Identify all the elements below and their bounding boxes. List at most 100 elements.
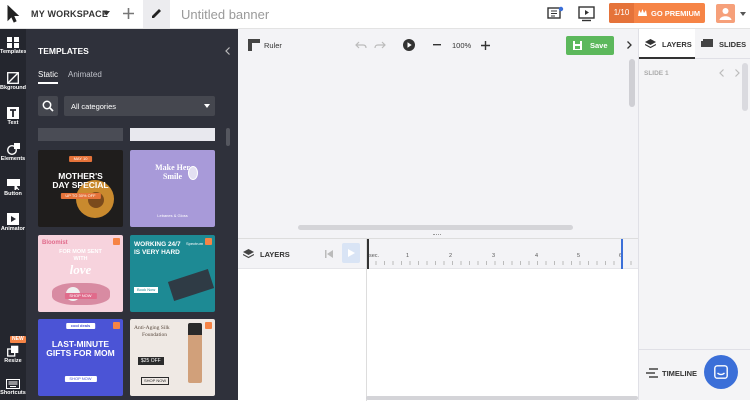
card-text: IS VERY HARD	[134, 249, 180, 256]
skip-start-icon[interactable]	[325, 250, 333, 258]
timeline-scrollbar[interactable]	[366, 396, 638, 400]
right-panel-scrollbar[interactable]	[742, 63, 748, 111]
zoom-level[interactable]: 100%	[452, 41, 471, 50]
keyboard-icon	[6, 379, 20, 389]
panel-scrollbar[interactable]	[226, 128, 230, 146]
template-card[interactable]: Anti-Aging Silk Foundation $25 OFF SHOP …	[130, 319, 215, 396]
card-text: Book Now	[134, 287, 159, 293]
sidebar-item-elements[interactable]: Elements	[0, 143, 26, 162]
template-card[interactable]: WORKING 24/7 IS VERY HARD Spectrum Book …	[130, 235, 215, 312]
play-icon	[348, 249, 355, 257]
card-text: Bloomist	[42, 240, 68, 246]
undo-icon[interactable]	[355, 41, 367, 49]
timeline-ruler[interactable]: sec. 1 2 3 4 5 6	[366, 239, 639, 269]
preview-icon[interactable]	[578, 6, 595, 22]
end-marker[interactable]	[621, 239, 623, 269]
splitter-handle[interactable]	[433, 234, 441, 236]
tab-slides[interactable]: SLIDES	[695, 29, 750, 59]
category-select[interactable]: All categories	[64, 96, 215, 116]
zoom-out-icon[interactable]	[433, 44, 441, 46]
template-card[interactable]: cool deals LAST-MINUTE GIFTS FOR MOM SHO…	[38, 319, 123, 396]
workspace-label[interactable]: MY WORKSPACE	[31, 9, 108, 19]
sidebar-item-background[interactable]: Bkground	[0, 72, 26, 91]
category-select-value: All categories	[71, 102, 117, 111]
tick-label: 5	[577, 253, 581, 259]
timeline-label[interactable]: TIMELINE	[662, 369, 697, 378]
sidebar-item-label: Animator	[0, 226, 26, 232]
play-icon[interactable]	[403, 39, 415, 51]
new-badge: NEW	[10, 336, 26, 343]
search-button[interactable]	[38, 96, 58, 116]
card-text: GIFTS FOR MOM	[46, 348, 115, 358]
redo-icon[interactable]	[374, 41, 386, 49]
premium-badge	[113, 238, 120, 245]
comments-icon[interactable]	[547, 6, 564, 22]
collapse-panel-icon[interactable]	[225, 47, 230, 55]
timeline-icon	[646, 368, 658, 378]
sidebar-item-resize[interactable]: Resize	[0, 345, 26, 364]
ruler-icon	[248, 39, 260, 51]
card-text: WORKING 24/7	[134, 241, 181, 248]
template-card[interactable]: Make Her Smile Lebanes & Gloss	[130, 150, 215, 227]
go-premium-label: GO PREMIUM	[651, 9, 701, 18]
timeline-play-button[interactable]	[342, 243, 360, 263]
tool-sidebar: Templates Bkground Text Elements Button …	[0, 29, 27, 400]
right-panel: LAYERS SLIDES SLIDE 1 TIMELINE	[638, 29, 750, 400]
chevron-right-icon[interactable]	[627, 41, 632, 49]
card-text: Smile	[162, 172, 183, 181]
template-card-partial[interactable]	[38, 128, 123, 141]
account-dropdown-icon[interactable]	[740, 12, 746, 16]
banner-title-input[interactable]: Untitled banner	[181, 7, 269, 22]
button-icon	[6, 179, 20, 190]
tick-label: 4	[535, 253, 539, 259]
layers-label: LAYERS	[260, 250, 290, 259]
ruler-label[interactable]: Ruler	[264, 41, 282, 50]
next-slide-icon[interactable]	[735, 69, 740, 77]
premium-badge	[113, 322, 120, 329]
avatar[interactable]	[716, 4, 735, 23]
crown-icon	[638, 9, 647, 16]
card-text: $25 OFF	[138, 357, 164, 365]
workspace-dropdown-icon[interactable]	[103, 11, 110, 16]
playhead[interactable]	[367, 239, 369, 269]
usage-counter: 1/10	[609, 3, 634, 23]
chat-button[interactable]	[704, 355, 738, 389]
layers-icon	[243, 249, 254, 259]
cursor-logo-icon[interactable]	[5, 5, 21, 23]
seconds-label: sec.	[369, 253, 380, 259]
sidebar-item-text[interactable]: Text	[0, 107, 26, 126]
tab-slides-label: SLIDES	[719, 40, 747, 49]
animator-icon	[7, 213, 19, 225]
card-text: MAY 10	[68, 156, 93, 162]
tab-static[interactable]: Static	[38, 70, 59, 84]
card-text: cool deals	[65, 323, 96, 329]
template-card-partial[interactable]	[130, 128, 215, 141]
background-icon	[7, 72, 19, 84]
sidebar-item-label: Bkground	[0, 85, 26, 91]
template-card[interactable]: MAY 10 MOTHER'S DAY SPECIAL UP TO 30% OF…	[38, 150, 123, 227]
canvas-horizontal-scrollbar[interactable]	[298, 225, 573, 230]
floppy-icon	[573, 41, 582, 50]
template-card[interactable]: Bloomist FOR MOM SENT WITH love SHOP NOW	[38, 235, 123, 312]
tab-layers[interactable]: LAYERS	[639, 29, 695, 59]
canvas-vertical-scrollbar[interactable]	[629, 59, 635, 107]
sidebar-item-button[interactable]: Button	[0, 179, 26, 197]
sidebar-item-animator[interactable]: Animator	[0, 213, 26, 232]
chat-icon	[714, 365, 728, 379]
sidebar-item-label: Text	[7, 120, 19, 126]
user-icon	[719, 8, 732, 20]
go-premium-button[interactable]: 1/10 GO PREMIUM	[609, 3, 705, 23]
sidebar-item-label: Button	[4, 191, 22, 197]
elements-icon	[6, 143, 20, 155]
ruler-toggle[interactable]	[248, 38, 260, 56]
zoom-in-icon[interactable]	[481, 41, 490, 50]
save-button[interactable]: Save	[566, 36, 614, 55]
card-text: Foundation	[142, 332, 168, 338]
sidebar-item-templates[interactable]: Templates	[0, 37, 27, 55]
edit-title-button[interactable]	[143, 0, 170, 28]
prev-slide-icon[interactable]	[719, 69, 724, 77]
tab-animated[interactable]: Animated	[68, 70, 102, 79]
divider	[639, 349, 750, 350]
add-icon[interactable]	[122, 7, 135, 20]
sidebar-item-shortcuts[interactable]: Shortcuts	[0, 379, 26, 396]
